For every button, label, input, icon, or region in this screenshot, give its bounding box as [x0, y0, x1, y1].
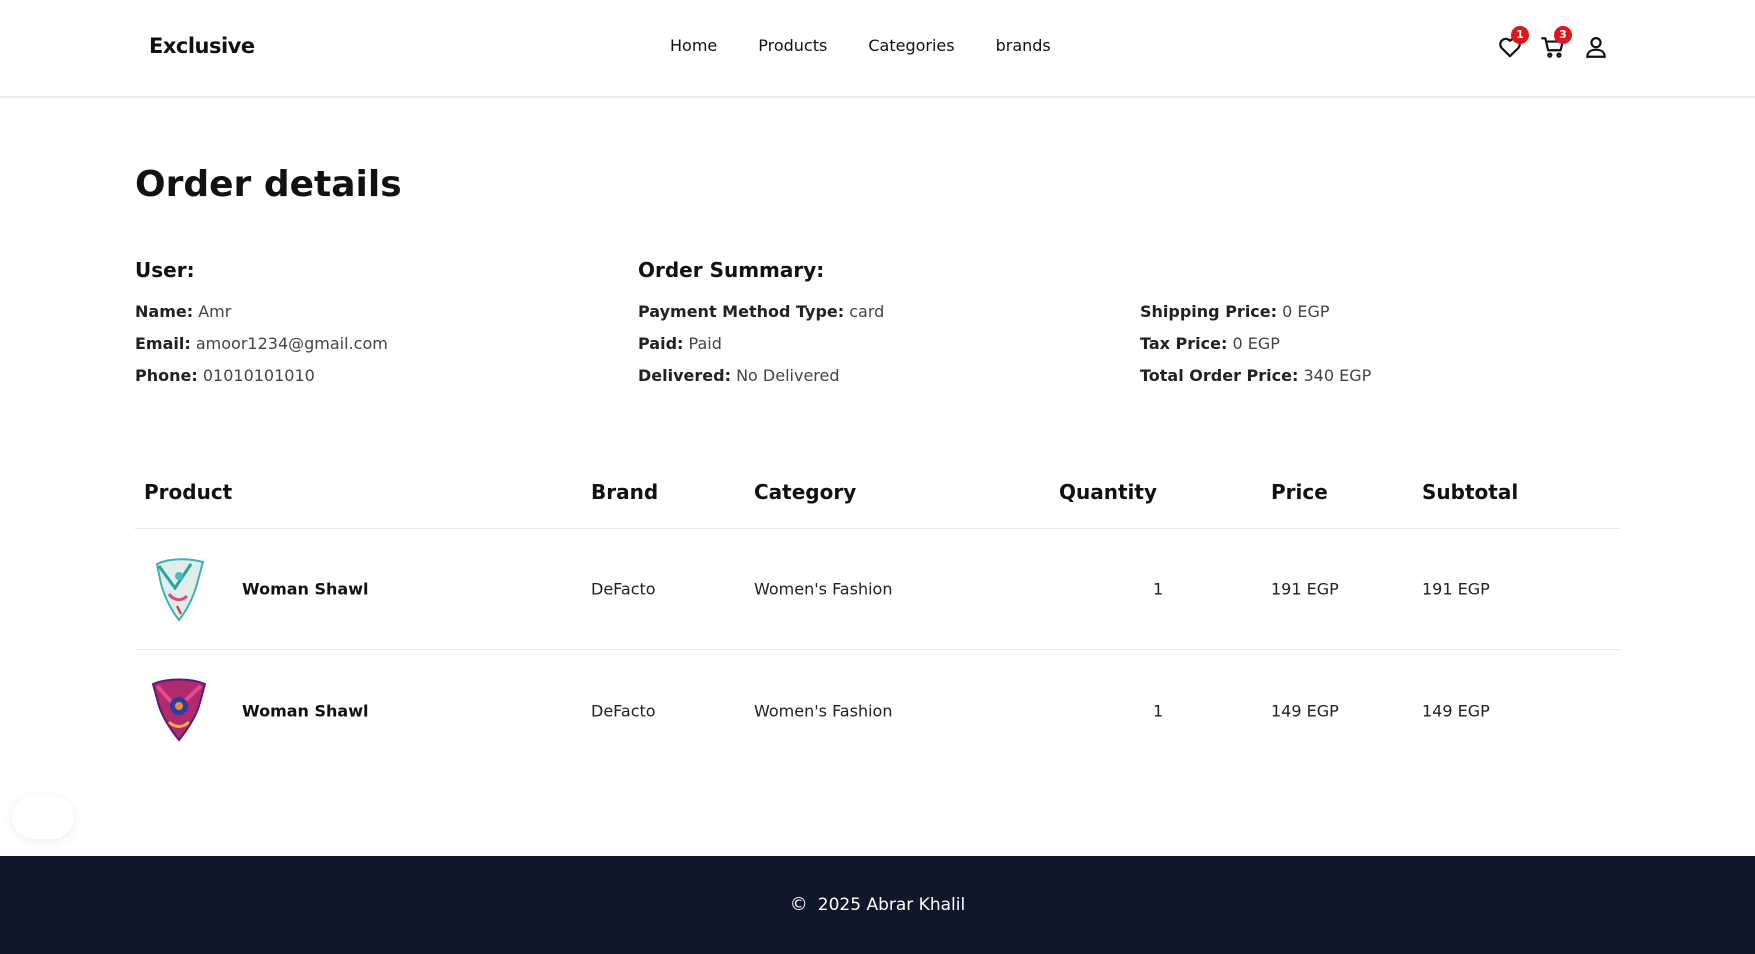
phone-label: Phone:: [135, 366, 198, 385]
delivered-label: Delivered:: [638, 366, 731, 385]
delivered-value: No Delivered: [736, 366, 840, 385]
payment-value: card: [849, 302, 885, 321]
product-quantity: 1: [1153, 701, 1164, 720]
nav-categories[interactable]: Categories: [868, 36, 954, 55]
delivered-line: Delivered: No Delivered: [638, 366, 840, 385]
product-brand: DeFacto: [591, 579, 656, 599]
total-value: 340 EGP: [1303, 366, 1372, 385]
product-brand: DeFacto: [591, 701, 656, 720]
paid-label: Paid:: [638, 334, 684, 353]
total-line: Total Order Price: 340 EGP: [1140, 366, 1371, 385]
col-product: Product: [144, 480, 233, 504]
cart-badge: 3: [1554, 26, 1572, 44]
summary-heading: Order Summary:: [638, 258, 825, 282]
shipping-line: Shipping Price: 0 EGP: [1140, 302, 1330, 321]
site-header: Exclusive Home Products Categories brand…: [0, 0, 1755, 98]
col-quantity: Quantity: [1059, 480, 1157, 504]
footer-text: 2025 Abrar Khalil: [817, 895, 966, 915]
user-email-line: Email: amoor1234@gmail.com: [135, 334, 388, 353]
main-nav: Home Products Categories brands: [670, 36, 1092, 55]
col-brand: Brand: [591, 480, 659, 504]
total-label: Total Order Price:: [1140, 366, 1299, 385]
table-row[interactable]: Woman Shawl DeFacto Women's Fashion 1 19…: [135, 529, 1620, 650]
tax-label: Tax Price:: [1140, 334, 1228, 353]
email-label: Email:: [135, 334, 191, 353]
copyright-icon: ©: [789, 894, 808, 915]
product-category: Women's Fashion: [754, 701, 893, 720]
table-header: Product Brand Category Quantity Price Su…: [135, 462, 1620, 529]
product-thumbnail: [155, 558, 205, 622]
header-icons: 1 3: [1497, 26, 1611, 62]
footer-copyright: © 2025 Abrar Khalil: [0, 894, 1755, 915]
col-category: Category: [754, 480, 857, 504]
table-row[interactable]: Woman Shawl DeFacto Women's Fashion 1 14…: [135, 650, 1620, 771]
account-button[interactable]: [1583, 34, 1611, 62]
wishlist-badge: 1: [1511, 26, 1529, 44]
brand-logo[interactable]: Exclusive: [149, 34, 255, 58]
product-thumbnail: [151, 678, 207, 742]
payment-line: Payment Method Type: card: [638, 302, 884, 321]
user-icon: [1586, 37, 1606, 58]
user-heading: User:: [135, 258, 195, 282]
product-subtotal: 149 EGP: [1422, 701, 1490, 720]
email-value: amoor1234@gmail.com: [195, 334, 388, 353]
tax-value: 0 EGP: [1232, 334, 1280, 353]
product-price: 191 EGP: [1271, 579, 1339, 599]
product-name[interactable]: Woman Shawl: [242, 580, 368, 599]
wishlist-button[interactable]: 1: [1497, 26, 1529, 62]
floating-widget[interactable]: [12, 795, 74, 839]
site-footer: © 2025 Abrar Khalil: [0, 856, 1755, 954]
order-items-table: Product Brand Category Quantity Price Su…: [135, 462, 1620, 771]
name-label: Name:: [135, 302, 194, 321]
phone-value: 01010101010: [202, 366, 315, 385]
col-subtotal: Subtotal: [1422, 480, 1519, 504]
shipping-label: Shipping Price:: [1140, 302, 1278, 321]
col-price: Price: [1271, 480, 1328, 504]
paid-line: Paid: Paid: [638, 334, 722, 353]
tax-line: Tax Price: 0 EGP: [1140, 334, 1280, 353]
product-category: Women's Fashion: [754, 579, 893, 599]
product-subtotal: 191 EGP: [1422, 579, 1490, 599]
nav-home[interactable]: Home: [670, 36, 717, 55]
cart-button[interactable]: 3: [1540, 26, 1572, 62]
product-price: 149 EGP: [1271, 701, 1339, 720]
page-title: Order details: [135, 164, 402, 205]
name-value: Amr: [198, 302, 232, 321]
product-quantity: 1: [1153, 579, 1164, 599]
payment-label: Payment Method Type:: [638, 302, 845, 321]
user-name-line: Name: Amr: [135, 302, 231, 321]
nav-products[interactable]: Products: [758, 36, 827, 55]
user-phone-line: Phone: 01010101010: [135, 366, 315, 385]
shipping-value: 0 EGP: [1282, 302, 1330, 321]
nav-brands[interactable]: brands: [996, 36, 1051, 55]
paid-value: Paid: [688, 334, 722, 353]
product-name[interactable]: Woman Shawl: [242, 701, 368, 720]
